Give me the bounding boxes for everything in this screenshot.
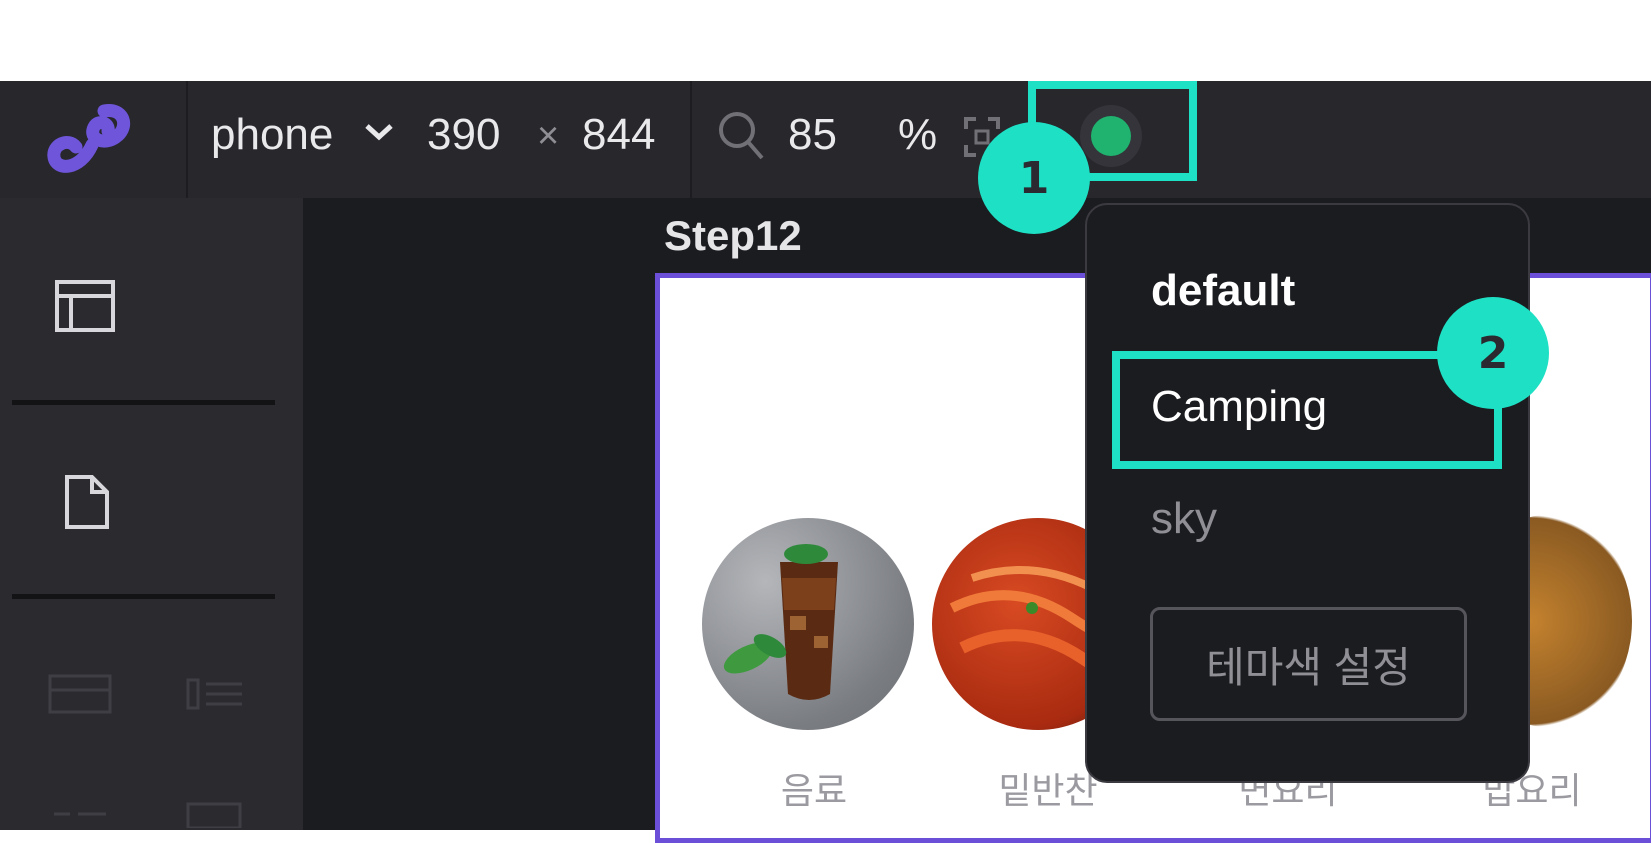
zoom-search-icon xyxy=(719,112,764,160)
sidebar-divider xyxy=(12,400,275,405)
zoom-unit: % xyxy=(898,110,938,159)
toolbar-divider xyxy=(690,81,692,198)
top-toolbar: phone 390 × 844 85 % xyxy=(0,81,1651,198)
device-select[interactable]: phone xyxy=(211,113,333,157)
step-badge-1: 1 xyxy=(978,122,1090,234)
theme-color-settings-button[interactable]: 테마색 설정 xyxy=(1150,607,1467,721)
times-sign: × xyxy=(537,115,560,157)
sidebar-divider xyxy=(12,594,275,599)
layout-icon[interactable] xyxy=(55,280,115,332)
category-label: 음료 xyxy=(780,770,848,811)
category-image-drink[interactable] xyxy=(702,518,914,730)
width-input[interactable]: 390 xyxy=(427,113,500,157)
text-component-icon[interactable] xyxy=(50,798,110,828)
zoom-input[interactable]: 85 xyxy=(788,113,837,157)
page-icon[interactable] xyxy=(64,474,110,530)
iced-drink-image xyxy=(723,544,838,700)
theme-option-default[interactable]: default xyxy=(1151,269,1295,313)
height-input[interactable]: 844 xyxy=(582,113,655,157)
app-logo-icon[interactable] xyxy=(44,101,136,181)
left-sidebar xyxy=(0,198,303,830)
toolbar-divider xyxy=(186,81,188,198)
theme-option-sky[interactable]: sky xyxy=(1151,497,1217,541)
image-component-icon[interactable] xyxy=(184,798,244,828)
chevron-down-icon[interactable] xyxy=(362,121,396,143)
step-badge-2: 2 xyxy=(1437,297,1549,409)
screen-title: Step12 xyxy=(664,212,802,259)
theme-dropdown-menu: default Camping sky 테마색 설정 xyxy=(1085,203,1530,783)
list-component-icon[interactable] xyxy=(186,674,246,714)
container-component-icon[interactable] xyxy=(48,674,112,714)
